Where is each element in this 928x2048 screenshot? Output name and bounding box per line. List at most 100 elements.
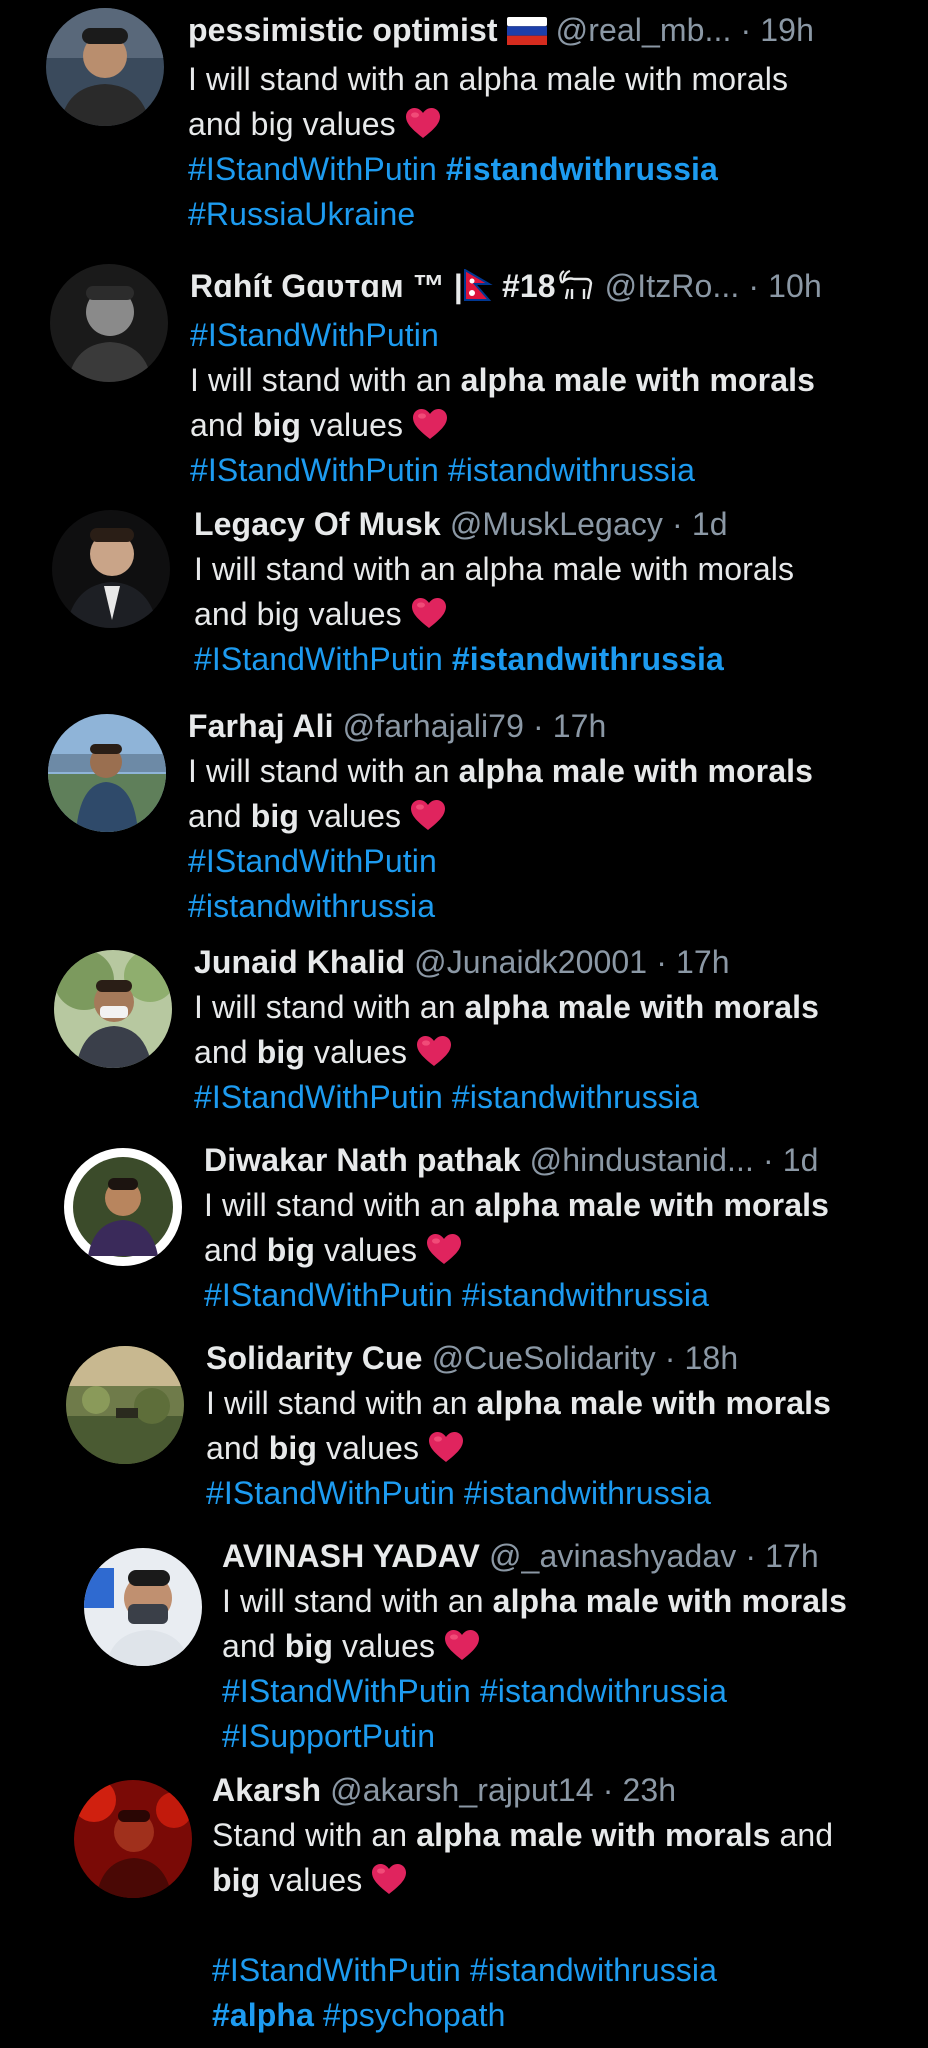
hashtag-link[interactable]: #RussiaUkraine bbox=[188, 196, 415, 232]
avatar[interactable] bbox=[52, 510, 170, 628]
hashtag-line: #ISupportPutin bbox=[222, 1714, 898, 1759]
tweet-text-line: I will stand with an alpha male with mor… bbox=[222, 1579, 898, 1624]
hashtag-link[interactable]: #istandwithrussia bbox=[462, 1277, 709, 1313]
hashtag-link[interactable]: #istandwithrussia bbox=[470, 1952, 717, 1988]
avatar[interactable] bbox=[54, 950, 172, 1068]
hashtag-link[interactable]: #IStandWithPutin bbox=[194, 1079, 443, 1115]
hashtag-link[interactable]: #istandwithrussia bbox=[188, 888, 435, 924]
separator-dot: · bbox=[602, 1772, 614, 1808]
tweet-text-line: I will stand with an alpha male with mor… bbox=[190, 358, 898, 403]
display-name[interactable]: Solidarity Cue bbox=[206, 1340, 423, 1376]
tweet-text-line: and big values bbox=[206, 1426, 898, 1471]
tweet-text-bold: big bbox=[284, 1628, 333, 1664]
user-handle[interactable]: @real_mb... bbox=[556, 12, 732, 48]
display-name[interactable]: Junaid Khalid bbox=[194, 944, 405, 980]
timestamp[interactable]: 1d bbox=[692, 506, 728, 542]
hashtag-link[interactable]: #IStandWithPutin bbox=[206, 1475, 455, 1511]
hashtag-line: #IStandWithPutin #istandwithrussia bbox=[194, 1075, 898, 1120]
avatar[interactable] bbox=[66, 1346, 184, 1464]
hashtag-link[interactable]: #IStandWithPutin bbox=[194, 641, 443, 677]
separator-dot: · bbox=[672, 506, 683, 542]
tweet-text: I will stand with an bbox=[204, 1187, 475, 1223]
tweet-text: values bbox=[298, 798, 402, 834]
timestamp[interactable]: 17h bbox=[553, 708, 607, 744]
display-name[interactable]: AVINASH YADAV bbox=[222, 1538, 480, 1574]
hashtag-link[interactable]: #IStandWithPutin bbox=[188, 151, 437, 187]
red-heart-icon bbox=[405, 107, 441, 139]
user-handle[interactable]: @CueSolidarity bbox=[432, 1340, 656, 1376]
tweet-text: and bbox=[204, 1232, 267, 1268]
hashtag-link[interactable]: #istandwithrussia bbox=[480, 1673, 727, 1709]
timestamp[interactable]: 17h bbox=[676, 944, 730, 980]
avatar[interactable] bbox=[48, 714, 166, 832]
hashtag-link[interactable]: #IStandWithPutin bbox=[222, 1673, 471, 1709]
avatar[interactable] bbox=[74, 1780, 192, 1898]
display-name[interactable]: pessimistic optimist bbox=[188, 12, 498, 48]
tweet-text: values bbox=[260, 1862, 363, 1898]
hashtag-link[interactable]: #istandwithrussia bbox=[446, 151, 718, 187]
red-heart-icon bbox=[426, 1233, 462, 1265]
separator-dot: · bbox=[532, 708, 544, 744]
hashtag-link[interactable]: #IStandWithPutin bbox=[190, 452, 439, 488]
tweet-content: Rɑhít Gɑʋтɑм ™ | #18 @ItzRo... · 10h #IS… bbox=[190, 264, 898, 493]
user-handle[interactable]: @hindustanid... bbox=[530, 1142, 754, 1178]
tweet-header: Solidarity Cue @CueSolidarity · 18h bbox=[206, 1336, 898, 1381]
hashtag-line: #IStandWithPutin #istandwithrussia bbox=[206, 1471, 898, 1516]
hashtag-link[interactable]: #istandwithrussia bbox=[464, 1475, 711, 1511]
user-handle[interactable]: @ItzRo... bbox=[605, 268, 740, 304]
hashtag-line: #RussiaUkraine bbox=[188, 192, 898, 237]
display-name[interactable]: Diwakar Nath pathak bbox=[204, 1142, 521, 1178]
hashtag-link[interactable]: #ISupportPutin bbox=[222, 1718, 435, 1754]
tweet-text: and bbox=[206, 1430, 269, 1466]
tweet-header: Akarsh @akarsh_rajput14 · 23h bbox=[212, 1768, 898, 1813]
hashtag-line: #IStandWithPutin #istandwithrussia bbox=[222, 1669, 898, 1714]
hashtag-link[interactable]: #IStandWithPutin bbox=[188, 843, 437, 879]
tweet-content: Akarsh @akarsh_rajput14 · 23h Stand with… bbox=[212, 1768, 898, 2038]
user-handle[interactable]: @_avinashyadav bbox=[489, 1538, 736, 1574]
tweet-text: I will stand with an bbox=[222, 1583, 493, 1619]
hashtag-link[interactable]: #alpha bbox=[212, 1997, 314, 2033]
tweet-content: pessimistic optimist @real_mb... · 19h I… bbox=[188, 8, 898, 237]
avatar[interactable] bbox=[46, 8, 164, 126]
hashtag-link[interactable]: #IStandWithPutin bbox=[212, 1952, 461, 1988]
hashtag-line: #IStandWithPutin #istandwithrussia bbox=[190, 448, 898, 493]
avatar[interactable] bbox=[64, 1148, 182, 1266]
user-handle[interactable]: @Junaidk20001 bbox=[414, 944, 647, 980]
display-name[interactable]: Rɑhít Gɑʋтɑм ™ | bbox=[190, 268, 463, 304]
tweet-text: I will stand with an bbox=[194, 989, 465, 1025]
tweet-header: Rɑhít Gɑʋтɑм ™ | #18 @ItzRo... · 10h bbox=[190, 264, 898, 313]
display-name[interactable]: Legacy Of Musk bbox=[194, 506, 441, 542]
timestamp[interactable]: 1d bbox=[783, 1142, 819, 1178]
timestamp[interactable]: 17h bbox=[765, 1538, 819, 1574]
hashtag-line: #IStandWithPutin bbox=[188, 839, 898, 884]
nepal-flag-icon bbox=[463, 268, 493, 313]
tweet-content: Junaid Khalid @Junaidk20001 · 17h I will… bbox=[194, 940, 898, 1120]
user-handle[interactable]: @MuskLegacy bbox=[450, 506, 663, 542]
hashtag-link[interactable]: #istandwithrussia bbox=[448, 452, 695, 488]
hashtag-link[interactable]: #psychopath bbox=[323, 1997, 506, 2033]
hashtag-line: #istandwithrussia bbox=[188, 884, 898, 929]
avatar[interactable] bbox=[50, 264, 168, 382]
timestamp[interactable]: 19h bbox=[760, 12, 814, 48]
display-name[interactable]: Farhaj Ali bbox=[188, 708, 334, 744]
display-name[interactable]: Akarsh bbox=[212, 1772, 321, 1808]
tweet-text: and bbox=[190, 407, 253, 443]
timestamp[interactable]: 23h bbox=[622, 1772, 676, 1808]
hashtag-line: #alpha #psychopath bbox=[212, 1993, 898, 2038]
tweet-text: values bbox=[304, 1034, 408, 1070]
user-handle[interactable]: @akarsh_rajput14 bbox=[330, 1772, 594, 1808]
hashtag-line: #IStandWithPutin bbox=[190, 313, 898, 358]
hashtag-link[interactable]: #IStandWithPutin bbox=[190, 317, 439, 353]
hashtag-link[interactable]: #istandwithrussia bbox=[452, 641, 724, 677]
red-heart-icon bbox=[428, 1431, 464, 1463]
avatar[interactable] bbox=[84, 1548, 202, 1666]
hashtag-link[interactable]: #istandwithrussia bbox=[452, 1079, 699, 1115]
timestamp[interactable]: 10h bbox=[768, 268, 822, 304]
tweet-content: Legacy Of Musk @MuskLegacy · 1d I will s… bbox=[194, 502, 898, 682]
user-handle[interactable]: @farhajali79 bbox=[343, 708, 524, 744]
tweet-text-line: and big values bbox=[222, 1624, 898, 1669]
tweet-text: values bbox=[300, 407, 404, 443]
timestamp[interactable]: 18h bbox=[685, 1340, 739, 1376]
hashtag-link[interactable]: #IStandWithPutin bbox=[204, 1277, 453, 1313]
